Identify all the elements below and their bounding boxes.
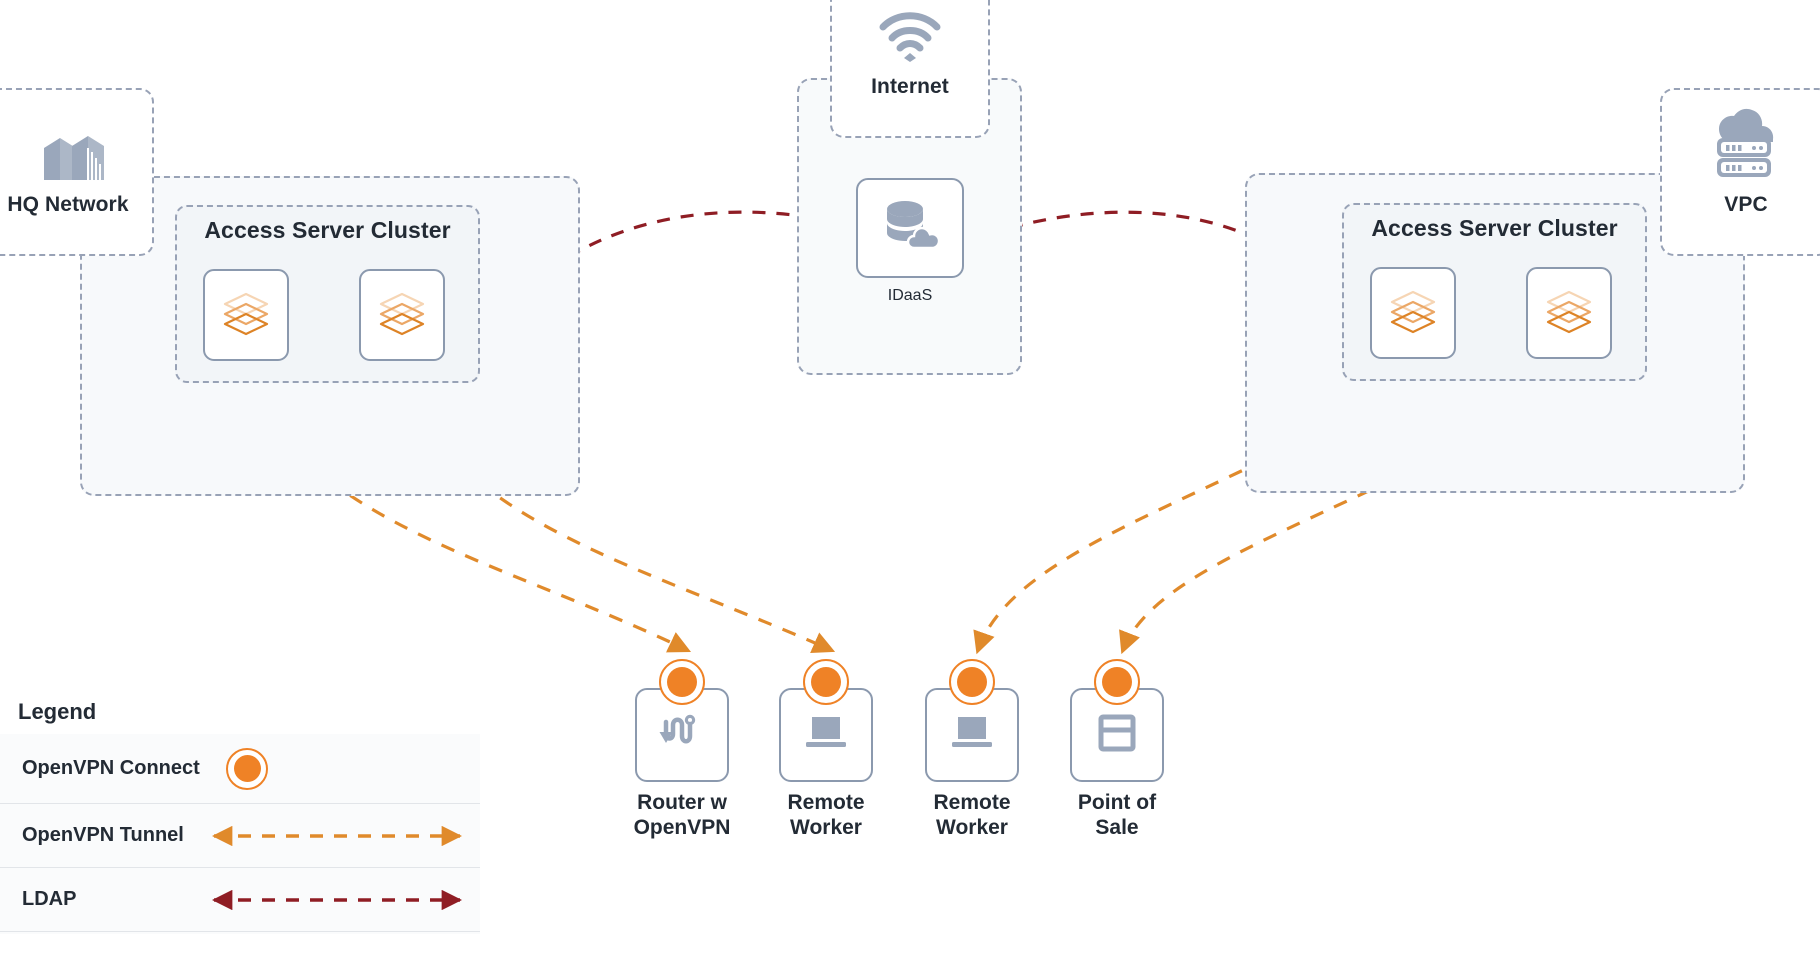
- legend-label-openvpn-connect: OpenVPN Connect: [22, 757, 200, 779]
- idaas-node[interactable]: IDaaS: [856, 178, 964, 305]
- point-of-sale-box[interactable]: [1070, 659, 1164, 782]
- point-of-sale-label: Point of Sale: [1077, 791, 1157, 839]
- legend: Legend OpenVPN Connect OpenVPN Tunnel LD…: [0, 690, 480, 934]
- legend-header: Legend: [0, 690, 186, 734]
- remote-worker-2-label: Remote Worker: [933, 791, 1011, 839]
- legend-label-openvpn-tunnel: OpenVPN Tunnel: [22, 824, 184, 846]
- access-server-node-2[interactable]: [359, 269, 445, 361]
- legend-label-ldap: LDAP: [22, 888, 77, 910]
- idaas-label: IDaaS: [887, 287, 933, 304]
- laptop-icon: [800, 711, 852, 760]
- hq-cluster-title: Access Server Cluster: [204, 217, 451, 243]
- wifi-icon: [877, 10, 943, 67]
- access-server-layers-icon: [1538, 280, 1600, 347]
- access-server-layers-icon: [1382, 280, 1444, 347]
- hq-network-label: HQ Network: [7, 193, 129, 216]
- openvpn-connect-badge: [1094, 659, 1140, 705]
- router-path-icon: [656, 708, 708, 763]
- vpc-label: VPC: [1724, 193, 1768, 216]
- orange-dot-badge-icon: [226, 747, 268, 790]
- legend-row-openvpn-connect: OpenVPN Connect: [0, 734, 480, 804]
- diagram-canvas: cloud cluster -->: [0, 0, 1820, 956]
- legend-sample-openvpn-tunnel: [202, 825, 472, 846]
- access-server-node-4[interactable]: [1526, 267, 1612, 359]
- hq-access-server-cluster: Access Server Cluster: [175, 205, 480, 383]
- access-server-layers-icon: [215, 282, 277, 349]
- remote-worker-2[interactable]: Remote Worker: [925, 659, 1019, 841]
- point-of-sale[interactable]: Point of Sale: [1070, 659, 1164, 841]
- vpc-node[interactable]: VPC: [1660, 88, 1820, 256]
- openvpn-connect-badge: [803, 659, 849, 705]
- vpc-cluster-title: Access Server Cluster: [1371, 215, 1618, 241]
- legend-row-openvpn-tunnel: OpenVPN Tunnel: [0, 804, 480, 868]
- red-dashed-double-arrow-icon: [211, 889, 463, 910]
- internet-node[interactable]: Internet: [830, 0, 990, 138]
- legend-body: OpenVPN Connect OpenVPN Tunnel LDAP: [0, 734, 480, 934]
- remote-worker-1-label: Remote Worker: [787, 791, 865, 839]
- openvpn-connect-badge: [659, 659, 705, 705]
- legend-sample-openvpn-connect: [202, 747, 466, 790]
- remote-worker-1[interactable]: Remote Worker: [779, 659, 873, 841]
- openvpn-connect-badge: [949, 659, 995, 705]
- remote-worker-1-box[interactable]: [779, 659, 873, 782]
- database-cloud-icon: [879, 197, 941, 260]
- remote-worker-2-box[interactable]: [925, 659, 1019, 782]
- legend-sample-ldap: [202, 889, 472, 910]
- hq-network-node[interactable]: HQ Network: [0, 88, 154, 256]
- router-device-box[interactable]: [635, 659, 729, 782]
- router-with-openvpn[interactable]: Router w OpenVPN: [633, 659, 731, 841]
- legend-row-ldap: LDAP: [0, 868, 480, 932]
- point-of-sale-icon: [1094, 710, 1140, 761]
- vpc-access-server-cluster: Access Server Cluster: [1342, 203, 1647, 381]
- internet-label: Internet: [871, 75, 949, 98]
- laptop-icon: [946, 711, 998, 760]
- access-server-layers-icon: [371, 282, 433, 349]
- orange-dashed-double-arrow-icon: [211, 825, 463, 846]
- access-server-node-3[interactable]: [1370, 267, 1456, 359]
- cloud-server-icon: [1709, 108, 1783, 185]
- router-label: Router w OpenVPN: [633, 791, 731, 839]
- access-server-node-1[interactable]: [203, 269, 289, 361]
- legend-title: Legend: [18, 699, 97, 724]
- office-buildings-icon: [30, 104, 108, 188]
